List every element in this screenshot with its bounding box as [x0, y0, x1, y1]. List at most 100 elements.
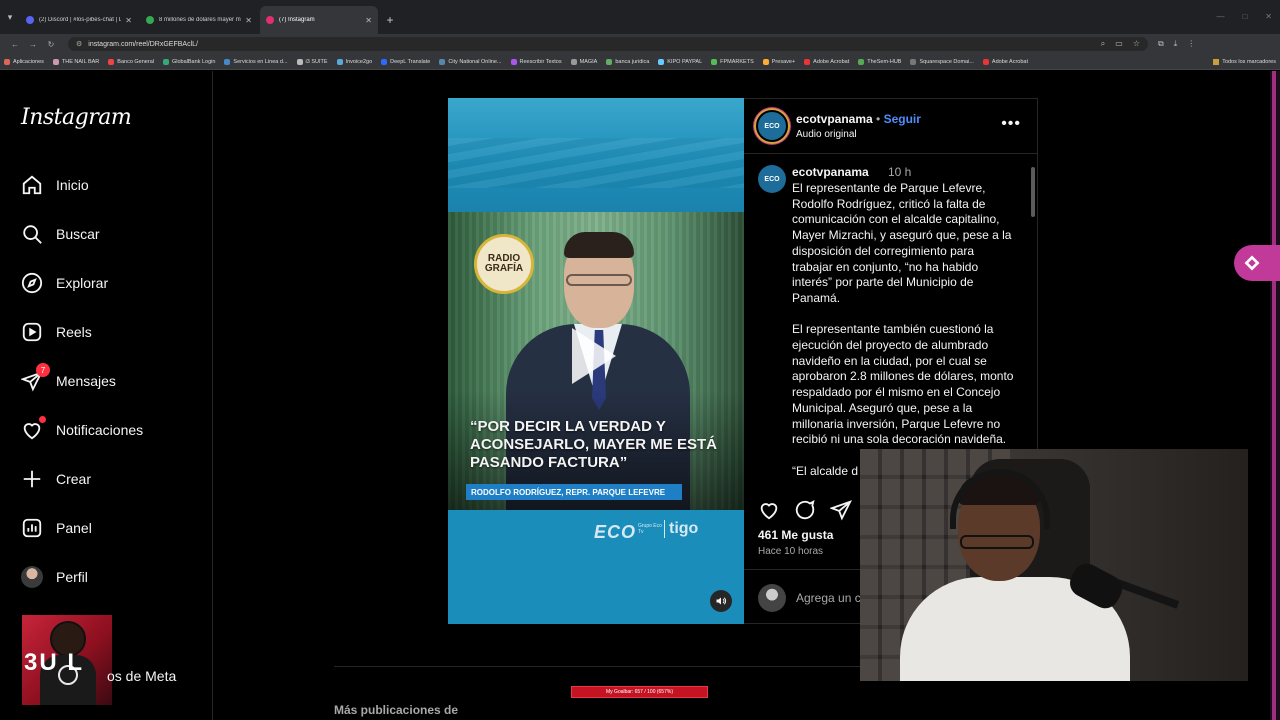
reel-video[interactable]: RADIO GRAFÍA “POR DECIR LA VERDAD Y ACON… [448, 98, 744, 624]
caption-username[interactable]: ecotvpanama [792, 165, 869, 179]
author-avatar[interactable]: ECO [756, 110, 788, 142]
bookmark-item[interactable]: KIPO PAYPAL [658, 58, 703, 65]
bookmark-item[interactable]: banca juridica [606, 58, 649, 65]
caption-avatar[interactable]: ECO [758, 165, 786, 193]
bookmark-item[interactable]: Servicios en Linea d... [224, 58, 288, 65]
plus-icon [20, 467, 44, 491]
nav-home[interactable]: Inicio [20, 172, 89, 198]
bookmark-item[interactable]: i3 SUITE [296, 58, 328, 65]
comment-icon [795, 499, 815, 520]
like-count[interactable]: 461 Me gusta [758, 528, 833, 542]
tab-instagram[interactable]: (7) Instagram ✕ [260, 6, 378, 34]
bookmark-favicon-icon [381, 58, 388, 65]
bookmark-label: FPMARKETS [720, 58, 754, 65]
nav-search[interactable]: Buscar [20, 221, 100, 247]
more-options-icon[interactable]: ••• [1001, 115, 1021, 133]
bookmark-item[interactable]: Reescribir Textos [510, 58, 562, 65]
bookmark-item[interactable]: GlobalBank Login [162, 58, 215, 65]
all-bookmarks[interactable]: Todos los marcadores [1213, 58, 1276, 65]
browser-tabbar: ▾ (2) Discord | #los-pibes-chat | L ✕ 8 … [0, 0, 1280, 34]
stream-goal-bar: My Goalbar: 657 / 100 (657%) [571, 686, 708, 698]
mute-button[interactable] [710, 590, 732, 612]
close-icon[interactable]: ✕ [245, 16, 252, 25]
bookmark-item[interactable]: Adobe Acrobat [804, 58, 849, 65]
tab-article[interactable]: 8 millones de dolares mayer m ✕ [140, 6, 258, 34]
nav-messages[interactable]: 7 Mensajes [20, 363, 116, 394]
stream-border [1270, 71, 1280, 720]
author-username[interactable]: ecotvpanama [796, 112, 873, 126]
bookmark-item[interactable]: Invoice2go [336, 58, 373, 65]
bookmark-item[interactable]: DeepL Translate [381, 58, 430, 65]
extensions-icon[interactable]: ⧉ [1158, 39, 1164, 49]
audio-link[interactable]: Audio original [796, 129, 857, 140]
bookmark-item[interactable]: Squarespace Domai... [910, 58, 974, 65]
caption-scrollbar[interactable] [1031, 157, 1035, 487]
webcam-overlay [860, 449, 1248, 681]
nav-dashboard[interactable]: Panel [20, 515, 92, 541]
reload-icon[interactable]: ↻ [42, 40, 60, 49]
bookmark-item[interactable]: Presave+ [762, 58, 796, 65]
like-button[interactable] [758, 499, 780, 526]
bookmark-item[interactable]: Adobe Acrobat [982, 58, 1028, 65]
site-icon [146, 16, 154, 24]
bookmark-label: Presave+ [771, 58, 796, 65]
close-icon[interactable]: ✕ [125, 16, 132, 25]
cast-icon[interactable]: ▭ [1115, 39, 1123, 49]
bookmark-star-icon[interactable]: ☆ [1133, 39, 1140, 49]
site-info-icon[interactable]: ⚙ [76, 40, 82, 48]
bookmark-favicon-icon [982, 58, 989, 65]
bookmark-item[interactable]: Aplicaciones [4, 58, 44, 65]
nav-label: Inicio [56, 177, 89, 193]
close-window-icon[interactable]: ✕ [1265, 12, 1272, 21]
bookmark-favicon-icon [4, 58, 10, 65]
nav-reels[interactable]: Reels [20, 319, 92, 345]
new-tab-button[interactable]: + [380, 6, 400, 34]
play-icon[interactable] [572, 328, 616, 384]
bookmark-favicon-icon [224, 58, 231, 65]
bookmark-label: Banco General [117, 58, 154, 65]
url-input[interactable]: ⚙ instagram.com/reel/DRxGEFBAclL/ ⌕ ▭ ☆ [68, 37, 1148, 51]
bookmark-item[interactable]: THE NAIL BAR [52, 58, 99, 65]
nav-notifications[interactable]: Notificaciones [20, 416, 143, 443]
close-icon[interactable]: ✕ [365, 16, 372, 25]
menu-icon[interactable]: ⋮ [1187, 39, 1195, 49]
nav-create[interactable]: Crear [20, 466, 91, 492]
nav-label: Mensajes [56, 373, 116, 389]
tab-list-chevron-icon[interactable]: ▾ [0, 0, 20, 34]
url-text: instagram.com/reel/DRxGEFBAclL/ [88, 40, 198, 48]
instagram-logo[interactable]: Instagram [21, 105, 132, 130]
bookmark-item[interactable]: TheSem-HUB [858, 58, 901, 65]
share-button[interactable] [829, 499, 852, 526]
bookmark-favicon-icon [658, 58, 665, 65]
bookmark-label: Invoice2go [345, 58, 373, 65]
extension-logo-icon [1244, 255, 1260, 271]
minimize-icon[interactable]: — [1216, 12, 1224, 21]
bookmark-label: KIPO PAYPAL [667, 58, 703, 65]
caption-time: 10 h [888, 165, 912, 179]
zoom-icon[interactable]: ⌕ [1101, 39, 1105, 49]
bookmark-item[interactable]: Banco General [108, 58, 154, 65]
more-from-meta-link[interactable]: os de Meta [107, 668, 176, 684]
bookmark-item[interactable]: MAGIA [570, 58, 597, 65]
url-actions: ⌕ ▭ ☆ [1101, 39, 1140, 49]
bookmark-favicon-icon [910, 58, 917, 65]
bookmark-item[interactable]: FPMARKETS [711, 58, 754, 65]
bookmark-label: Adobe Acrobat [991, 58, 1028, 65]
follow-button[interactable]: Seguir [884, 112, 921, 126]
comment-button[interactable] [794, 499, 816, 526]
extension-pill[interactable] [1234, 245, 1280, 281]
instagram-icon [266, 16, 274, 24]
bookmark-item[interactable]: City National Online... [439, 58, 502, 65]
back-icon[interactable]: ← [6, 40, 24, 49]
separator-dot: • [876, 112, 881, 126]
maximize-icon[interactable]: □ [1242, 12, 1247, 21]
tab-discord[interactable]: (2) Discord | #los-pibes-chat | L ✕ [20, 6, 138, 34]
bookmark-label: Aplicaciones [13, 58, 44, 65]
comment-input[interactable]: Agrega un c [796, 591, 861, 605]
forward-icon[interactable]: → [24, 40, 42, 49]
bookmark-label: Servicios en Linea d... [233, 58, 288, 65]
nav-explore[interactable]: Explorar [20, 270, 108, 296]
download-icon[interactable]: ⤓ [1174, 39, 1178, 49]
folder-icon [1213, 58, 1220, 65]
nav-profile[interactable]: Perfil [20, 564, 88, 590]
